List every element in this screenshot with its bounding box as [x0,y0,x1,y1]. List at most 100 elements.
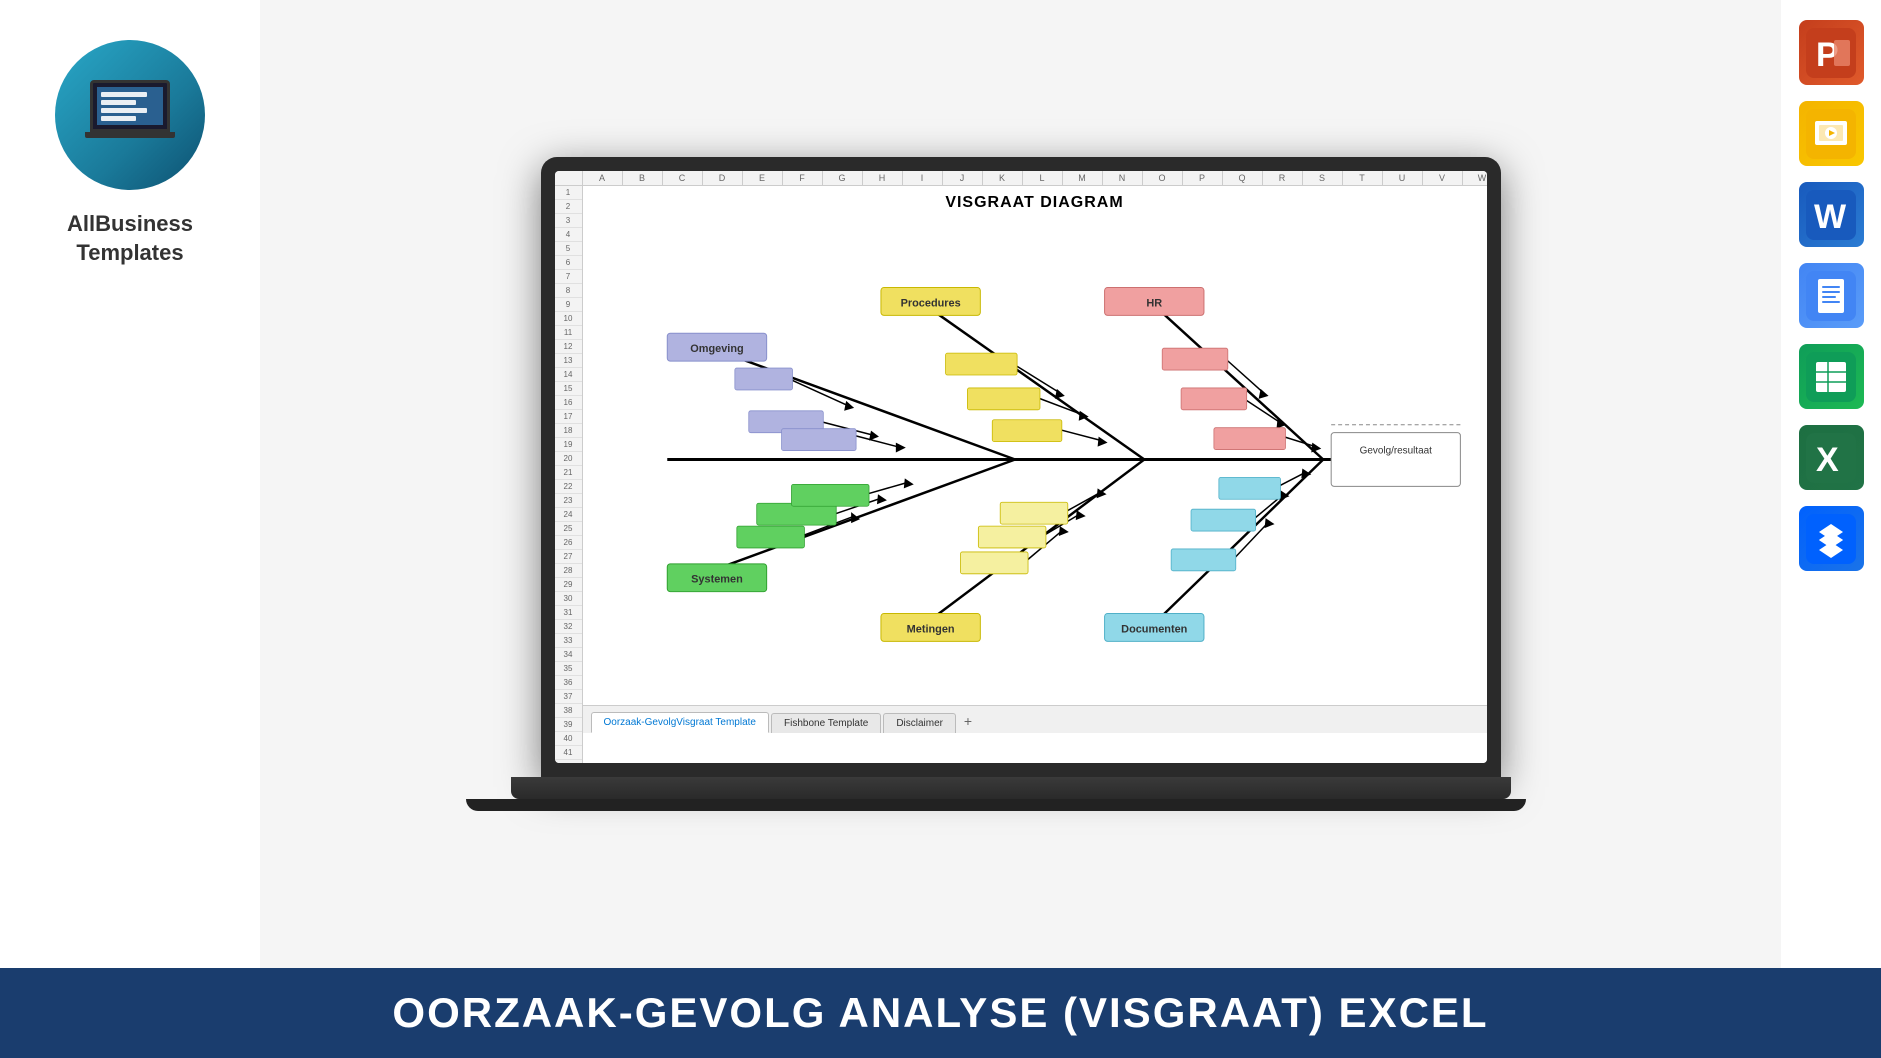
tab-oorzaak[interactable]: Oorzaak-GevolgVisgraat Template [591,712,770,733]
row-30: 30 [555,592,582,606]
left-sidebar: AllBusiness Templates [0,0,260,968]
gdocs-icon-svg [1806,271,1856,321]
main-container: AllBusiness Templates A [0,0,1881,1058]
col-S: S [1303,171,1343,185]
row-27: 27 [555,550,582,564]
row-31: 31 [555,606,582,620]
col-F: F [783,171,823,185]
tab-disclaimer[interactable]: Disclaimer [883,713,956,733]
col-K: K [983,171,1023,185]
content-area: AllBusiness Templates A [0,0,1881,968]
laptop-base-icon [85,132,175,138]
col-B: B [623,171,663,185]
col-T: T [1343,171,1383,185]
bottom-banner: OORZAAK-GEVOLG ANALYSE (VISGRAAT) EXCEL [0,968,1881,1058]
screen-line-3 [101,108,147,113]
tab-fishbone[interactable]: Fishbone Template [771,713,881,733]
row-32: 32 [555,620,582,634]
gsheets-icon-svg [1806,352,1856,402]
corner-cell [555,171,583,185]
svg-text:X: X [1816,441,1839,479]
screen-line-4 [101,116,136,121]
row-numbers: 1 2 3 4 5 6 7 8 9 10 [555,186,583,763]
app-icon-powerpoint[interactable]: P [1799,20,1864,85]
brand-name: AllBusiness Templates [67,210,193,267]
row-22: 22 [555,480,582,494]
logo-circle [55,40,205,190]
row-33: 33 [555,634,582,648]
app-icon-dropbox[interactable] [1799,506,1864,571]
col-O: O [1143,171,1183,185]
diagram-title: VISGRAAT DIAGRAM [583,186,1487,216]
svg-text:Omgeving: Omgeving [690,343,743,355]
row-10: 10 [555,312,582,326]
svg-text:HR: HR [1146,297,1162,309]
col-J: J [943,171,983,185]
svg-text:Documenten: Documenten [1121,623,1187,635]
row-28: 28 [555,564,582,578]
col-E: E [743,171,783,185]
col-N: N [1103,171,1143,185]
row-38: 38 [555,704,582,718]
excel-icon-svg: X [1806,433,1856,483]
row-41: 41 [555,746,582,760]
row-15: 15 [555,382,582,396]
laptop-screen-inner [97,87,163,125]
row-3: 3 [555,214,582,228]
row-8: 8 [555,284,582,298]
svg-text:Systemen: Systemen [691,574,743,586]
col-V: V [1423,171,1463,185]
row-23: 23 [555,494,582,508]
col-Q: Q [1223,171,1263,185]
powerpoint-icon-svg: P [1806,28,1856,78]
screen-line-1 [101,92,147,97]
row-9: 9 [555,298,582,312]
row-4: 4 [555,228,582,242]
row-37: 37 [555,690,582,704]
svg-text:Gevolg/resultaat: Gevolg/resultaat [1359,446,1431,457]
laptop-screen-area: A B C D E F G H I J [555,171,1487,763]
tab-add-button[interactable]: + [958,711,978,731]
col-D: D [703,171,743,185]
app-icon-gslides[interactable] [1799,101,1864,166]
laptop-container: A B C D E F G H I J [260,0,1781,968]
row-34: 34 [555,648,582,662]
row-1: 1 [555,186,582,200]
spreadsheet: A B C D E F G H I J [555,171,1487,763]
row-11: 11 [555,326,582,340]
col-C: C [663,171,703,185]
app-icon-gdocs[interactable] [1799,263,1864,328]
svg-text:W: W [1814,198,1847,236]
row-12: 12 [555,340,582,354]
laptop-foot [466,799,1526,811]
sheet-content: VISGRAAT DIAGRAM [583,186,1487,763]
logo-laptop [85,80,175,150]
svg-text:Metingen: Metingen [906,623,954,635]
app-icon-excel[interactable]: X [1799,425,1864,490]
svg-text:Procedures: Procedures [900,297,960,309]
sheet-body: 1 2 3 4 5 6 7 8 9 10 [555,186,1487,763]
row-18: 18 [555,424,582,438]
word-icon-svg: W [1806,190,1856,240]
row-17: 17 [555,410,582,424]
row-25: 25 [555,522,582,536]
col-letters-row: A B C D E F G H I J [583,171,1487,185]
row-2: 2 [555,200,582,214]
app-icon-word[interactable]: W [1799,182,1864,247]
laptop-screen-icon [90,80,170,132]
row-16: 16 [555,396,582,410]
col-W: W [1463,171,1487,185]
row-24: 24 [555,508,582,522]
row-5: 5 [555,242,582,256]
row-13: 13 [555,354,582,368]
col-H: H [863,171,903,185]
app-icon-gsheets[interactable] [1799,344,1864,409]
dropbox-icon-svg [1806,514,1856,564]
row-29: 29 [555,578,582,592]
col-M: M [1063,171,1103,185]
gslides-icon-svg [1806,109,1856,159]
screen-line-2 [101,100,136,105]
row-36: 36 [555,676,582,690]
row-14: 14 [555,368,582,382]
row-7: 7 [555,270,582,284]
